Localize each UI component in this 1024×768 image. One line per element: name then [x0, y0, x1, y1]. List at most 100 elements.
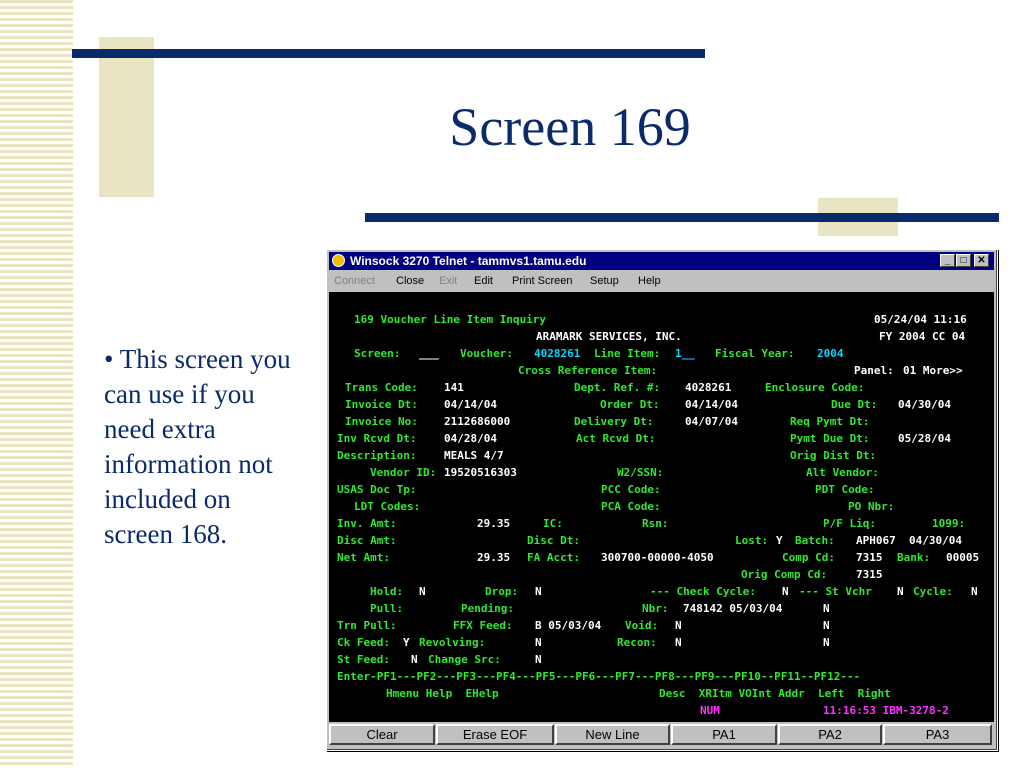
panel-label: Panel:	[854, 364, 894, 377]
change-src-label: Change Src:	[428, 653, 501, 666]
erase-eof-button[interactable]: Erase EOF	[436, 724, 554, 745]
screen-input[interactable]: ___	[419, 346, 439, 362]
st-feed-label: St Feed:	[337, 653, 390, 666]
pymt-due-value: 05/28/04	[898, 432, 951, 445]
order-dt-value: 04/14/04	[685, 398, 738, 411]
nbr-flag: N	[823, 602, 830, 615]
delivery-dt-value: 04/07/04	[685, 415, 738, 428]
minimize-icon[interactable]: _	[940, 254, 955, 267]
recon-label: Recon:	[617, 636, 657, 649]
bullet-text: • This screen you can use if you need ex…	[104, 344, 291, 549]
ck-feed-value: Y	[403, 636, 410, 649]
maximize-icon[interactable]: □	[956, 254, 971, 267]
description-value: MEALS 4/7	[444, 449, 504, 462]
pa2-button[interactable]: PA2	[778, 724, 882, 745]
invoice-dt-value: 04/14/04	[444, 398, 497, 411]
menu-exit[interactable]: Exit	[439, 271, 457, 291]
net-amt-label: Net Amt:	[337, 551, 390, 564]
orig-dist-label: Orig Dist Dt:	[790, 449, 877, 462]
menu-help[interactable]: Help	[638, 271, 661, 291]
menu-print-screen[interactable]: Print Screen	[512, 271, 573, 291]
screen-title: 169 Voucher Line Item Inquiry	[354, 313, 547, 326]
recon-value: N	[675, 636, 682, 649]
alt-vendor-label: Alt Vendor:	[806, 466, 879, 479]
menu-connect[interactable]: Connect	[334, 271, 375, 291]
batch-value: APH067 04/30/04	[856, 534, 962, 547]
pdt-label: PDT Code:	[815, 483, 875, 496]
vendor-id-label: Vendor ID:	[370, 466, 437, 479]
fy-cc: FY 2004 CC 04	[879, 330, 966, 343]
req-pymt-label: Req Pymt Dt:	[790, 415, 870, 428]
ic-label: IC:	[543, 517, 563, 530]
inv-rcvd-value: 04/28/04	[444, 432, 497, 445]
menu-setup[interactable]: Setup	[590, 271, 619, 291]
trans-code-value: 141	[444, 381, 464, 394]
invoice-no-value: 2112686000	[444, 415, 511, 428]
orig-comp-value: 7315	[856, 568, 883, 581]
vendor-name: ARAMARK SERVICES, INC.	[536, 330, 682, 343]
drop-label: Drop:	[485, 585, 519, 598]
pa3-button[interactable]: PA3	[883, 724, 992, 745]
inv-amt-label: Inv. Amt:	[337, 517, 397, 530]
pf-liq-label: P/F Liq:	[823, 517, 876, 530]
telnet-window: Winsock 3270 Telnet - tammvs1.tamu.edu _…	[326, 249, 998, 751]
pymt-due-label: Pymt Due Dt:	[790, 432, 870, 445]
voucher-input[interactable]: 4028261	[534, 346, 580, 362]
cycle-value: N	[971, 585, 978, 598]
voucher-label: Voucher:	[460, 347, 513, 360]
revolving-value: N	[535, 636, 542, 649]
app-icon[interactable]	[332, 254, 345, 267]
due-dt-label: Due Dt:	[831, 398, 878, 411]
window-titlebar[interactable]: Winsock 3270 Telnet - tammvs1.tamu.edu _…	[329, 252, 994, 270]
dept-ref-label: Dept. Ref. #:	[574, 381, 661, 394]
change-src-value: N	[535, 653, 542, 666]
close-icon[interactable]: ✕	[974, 254, 989, 267]
act-rcvd-label: Act Rcvd Dt:	[576, 432, 656, 445]
w2ssn-label: W2/SSN:	[617, 466, 664, 479]
panel-value: 01 More>>	[903, 364, 963, 377]
delivery-dt-label: Delivery Dt:	[574, 415, 654, 428]
fiscal-year-input[interactable]: 2004	[817, 346, 844, 362]
due-dt-value: 04/30/04	[898, 398, 951, 411]
clear-button[interactable]: Clear	[329, 724, 435, 745]
pf-desc-left: Hmenu Help EHelp	[386, 687, 499, 700]
status-time: 11:16:53 IBM-3278-2	[823, 704, 949, 717]
cycle-label: Cycle:	[913, 585, 953, 598]
line-item-input[interactable]: 1__	[675, 346, 695, 362]
pull-label: Pull:	[370, 602, 404, 615]
pf-key-line: Enter-PF1---PF2---PF3---PF4---PF5---PF6-…	[337, 670, 861, 683]
title-rule-top	[72, 49, 705, 58]
orig-comp-label: Orig Comp Cd:	[741, 568, 828, 581]
accent-block-left	[99, 37, 154, 197]
slide-title: Screen 169	[449, 97, 691, 157]
screen-field-label: Screen:	[354, 347, 401, 360]
ffx-label: FFX Feed:	[453, 619, 513, 632]
batch-label: Batch:	[795, 534, 835, 547]
comp-cd-label: Comp Cd:	[782, 551, 835, 564]
terminal-screen: 169 Voucher Line Item Inquiry 05/24/04 1…	[329, 292, 994, 722]
pa1-button[interactable]: PA1	[671, 724, 777, 745]
p1099-label: 1099:	[932, 517, 966, 530]
lost-value: Y	[776, 534, 783, 547]
st-vchr-label: --- St Vchr	[799, 585, 872, 598]
ffx-value: B 05/03/04	[535, 619, 602, 632]
disc-amt-label: Disc Amt:	[337, 534, 397, 547]
date-time: 05/24/04 11:16	[874, 313, 967, 326]
nbr-label: Nbr:	[642, 602, 669, 615]
new-line-button[interactable]: New Line	[555, 724, 670, 745]
menu-edit[interactable]: Edit	[474, 271, 493, 291]
trans-code-label: Trans Code:	[345, 381, 418, 394]
cross-ref-label: Cross Reference Item:	[518, 364, 658, 377]
order-dt-label: Order Dt:	[600, 398, 660, 411]
revolving-label: Revolving:	[419, 636, 486, 649]
void-value: N	[675, 619, 682, 632]
check-cycle-label: --- Check Cycle:	[650, 585, 756, 598]
rsn-label: Rsn:	[642, 517, 669, 530]
st-feed-value: N	[411, 653, 418, 666]
comp-cd-value: 7315	[856, 551, 883, 564]
st-vchr-value: N	[897, 585, 904, 598]
net-amt-value: 29.35	[477, 551, 511, 564]
menu-close[interactable]: Close	[396, 271, 424, 291]
pf-desc-right: Desc XRItm VOInt Addr Left Right	[659, 687, 891, 700]
nbr-value: 748142 05/03/04	[683, 602, 783, 615]
